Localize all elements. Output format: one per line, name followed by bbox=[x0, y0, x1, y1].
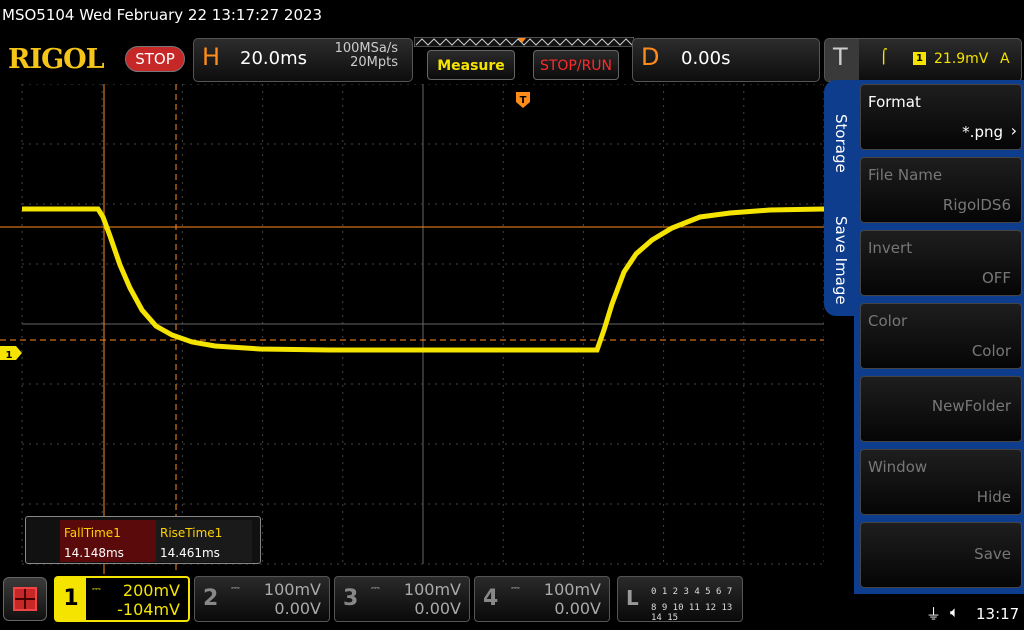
trigger-mode: A bbox=[1000, 51, 1010, 67]
dc-coupling-icon: ⎓ bbox=[92, 582, 101, 595]
measurement-value: 14.148ms bbox=[64, 546, 124, 560]
menu-item-title: Window bbox=[868, 458, 928, 476]
menu-item-invert[interactable]: Invert OFF bbox=[860, 230, 1022, 296]
channel-2-box[interactable]: 2 ⎓ 100mV 0.00V bbox=[194, 576, 330, 622]
channel-number: 4 bbox=[483, 586, 499, 611]
menu-item-value: Save bbox=[974, 545, 1011, 563]
logic-channels-low: 0 1 2 3 4 5 6 7 bbox=[651, 587, 733, 597]
channel-4-box[interactable]: 4 ⎓ 100mV 0.00V bbox=[474, 576, 610, 622]
acquisition-info: 100MSa/s 20Mpts bbox=[318, 42, 398, 70]
menu-item-file-name[interactable]: File Name RigolDS6 bbox=[860, 157, 1022, 223]
device-title: MSO5104 Wed February 22 13:17:27 2023 bbox=[2, 6, 323, 24]
run-state-badge[interactable]: STOP bbox=[125, 46, 185, 72]
channel-1-box[interactable]: 1 ⎓ 200mV -104mV bbox=[54, 576, 190, 622]
menu-item-value: Hide bbox=[976, 488, 1011, 506]
trigger-letter: T bbox=[833, 43, 848, 71]
svg-text:T: T bbox=[520, 95, 527, 106]
sample-rate: 100MSa/s bbox=[334, 41, 398, 56]
delay-letter: D bbox=[641, 43, 660, 71]
waveform-overview-strip bbox=[414, 37, 634, 47]
measurement-name: FallTime1 bbox=[64, 526, 121, 540]
logic-letter: L bbox=[626, 586, 639, 610]
logic-analyzer-box[interactable]: L 0 1 2 3 4 5 6 7 8 9 10 11 12 13 14 15 bbox=[617, 576, 743, 623]
menu-item-value: RigolDS6 bbox=[942, 196, 1011, 214]
channel-offset: 0.00V bbox=[414, 599, 461, 618]
main-menu-button[interactable] bbox=[3, 577, 47, 621]
tab-storage[interactable]: Storage bbox=[832, 114, 850, 173]
menu-item-title: Color bbox=[868, 312, 908, 330]
measurement-rise-time: RiseTime1 14.461ms bbox=[156, 520, 252, 562]
rigol-logo: RIGOL bbox=[8, 44, 105, 75]
channel-number: 3 bbox=[343, 586, 359, 611]
channel-scale: 100mV bbox=[543, 580, 601, 599]
graticule bbox=[21, 84, 824, 565]
channel-offset: 0.00V bbox=[274, 599, 321, 618]
menu-item-new-folder[interactable]: NewFolder bbox=[860, 376, 1022, 442]
side-menu: Format *.png › File Name RigolDS6 Invert… bbox=[854, 80, 1024, 594]
channel-scale: 200mV bbox=[122, 581, 180, 600]
trigger-level: 21.9mV bbox=[934, 51, 989, 67]
menu-item-color[interactable]: Color Color bbox=[860, 303, 1022, 369]
horizontal-letter: H bbox=[202, 43, 221, 71]
grid-menu-icon bbox=[13, 587, 37, 611]
channel-3-box[interactable]: 3 ⎓ 100mV 0.00V bbox=[334, 576, 470, 622]
logic-channels-high: 8 9 10 11 12 13 14 15 bbox=[651, 603, 733, 623]
measurement-name: RiseTime1 bbox=[160, 526, 223, 540]
timebase-value: 20.0ms bbox=[240, 48, 307, 69]
dc-coupling-icon: ⎓ bbox=[231, 581, 240, 594]
measurement-fall-time: FallTime1 14.148ms bbox=[60, 520, 156, 562]
delay-value: 0.00s bbox=[681, 48, 731, 69]
menu-item-value: *.png bbox=[962, 123, 1003, 141]
title-bar: MSO5104 Wed February 22 13:17:27 2023 bbox=[0, 0, 1024, 34]
tab-save-image[interactable]: Save Image bbox=[832, 216, 850, 305]
measurement-value: 14.461ms bbox=[160, 546, 220, 560]
menu-item-value: OFF bbox=[981, 269, 1011, 287]
ch1-ground-marker-icon[interactable]: 1 bbox=[0, 346, 22, 361]
menu-item-title: Invert bbox=[868, 239, 913, 257]
dc-coupling-icon: ⎓ bbox=[371, 581, 380, 594]
stop-run-button[interactable]: STOP/RUN bbox=[533, 50, 619, 80]
mute-icon[interactable]: 🔈︎ bbox=[950, 603, 959, 621]
channel-scale: 100mV bbox=[403, 580, 461, 599]
measurement-panel[interactable]: FallTime1 14.148ms RiseTime1 14.461ms bbox=[25, 516, 261, 564]
channel-number: 2 bbox=[203, 586, 219, 611]
menu-item-window[interactable]: Window Hide bbox=[860, 449, 1022, 515]
dc-coupling-icon: ⎓ bbox=[511, 581, 520, 594]
menu-item-title: Format bbox=[868, 93, 921, 111]
menu-item-format[interactable]: Format *.png › bbox=[860, 84, 1022, 150]
menu-item-value: Color bbox=[971, 342, 1011, 360]
svg-text:1: 1 bbox=[6, 350, 13, 361]
chevron-right-icon: › bbox=[1010, 121, 1017, 140]
waveform-display[interactable]: T 1 bbox=[0, 84, 824, 574]
channel-offset: 0.00V bbox=[554, 599, 601, 618]
status-clock: 13:17 bbox=[976, 605, 1020, 623]
usb-icon: ⏚ bbox=[926, 605, 942, 623]
channel-number: 1 bbox=[56, 578, 86, 620]
menu-item-save[interactable]: Save bbox=[860, 522, 1022, 588]
memory-depth: 20Mpts bbox=[350, 55, 398, 70]
channel-offset: -104mV bbox=[117, 600, 180, 619]
trigger-channel: 1 bbox=[913, 52, 926, 65]
rising-edge-icon: ⌠ bbox=[880, 49, 888, 65]
side-menu-tabs: Storage Save Image bbox=[824, 80, 856, 316]
trigger-marker-icon[interactable]: T bbox=[516, 92, 530, 108]
menu-item-value: NewFolder bbox=[931, 397, 1011, 415]
measure-button[interactable]: Measure bbox=[427, 50, 515, 80]
menu-item-title: File Name bbox=[868, 166, 943, 184]
channel-scale: 100mV bbox=[263, 580, 321, 599]
